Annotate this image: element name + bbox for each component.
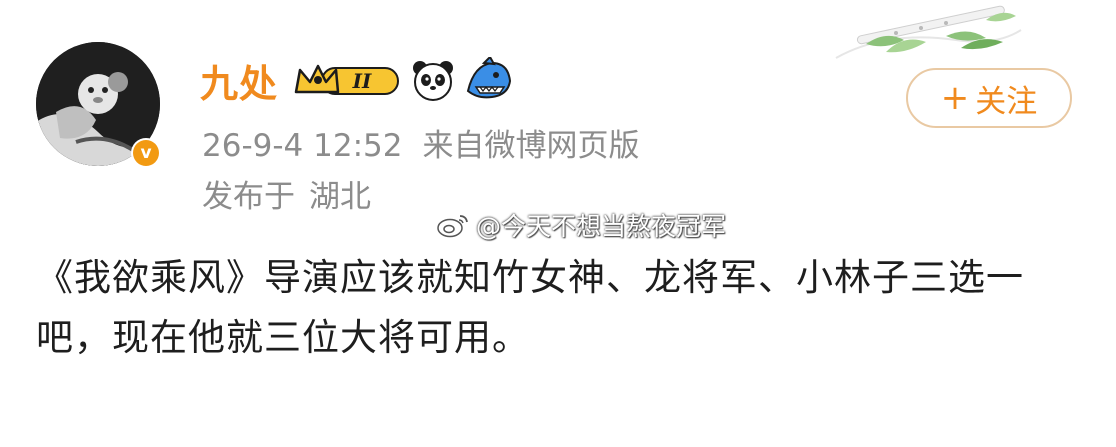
plus-icon: + xyxy=(940,78,970,118)
author-badges: II xyxy=(292,57,520,103)
author-avatar[interactable]: v xyxy=(36,42,166,172)
verified-icon: v xyxy=(133,140,159,166)
follow-label: 关注 xyxy=(975,83,1038,120)
post-body: 《我欲乘风》导演应该就知竹女神、龙将军、小林子三选一吧，现在他就三位大将可用。 xyxy=(36,256,1024,359)
post-meta: 26-9-4 12:52 来自微博网页版 xyxy=(202,120,639,165)
panda-icon[interactable] xyxy=(410,57,456,103)
post-date[interactable]: 26-9-4 12:52 xyxy=(202,128,402,164)
level-badge-text: II xyxy=(352,69,372,93)
follow-button[interactable]: + 关注 xyxy=(906,68,1072,128)
location-place: 湖北 xyxy=(309,179,371,215)
verified-badge: v xyxy=(131,138,161,168)
bamboo-decoration-icon xyxy=(835,5,1022,59)
author-name-row: 九处 II xyxy=(200,52,520,108)
watermark-text: @今天不想当熬夜冠军 xyxy=(476,212,727,241)
author-name[interactable]: 九处 xyxy=(200,53,278,108)
post-location: 发布于 湖北 xyxy=(202,171,371,216)
location-prefix: 发布于 xyxy=(202,179,295,215)
watermark: @今天不想当熬夜冠军 xyxy=(436,206,726,244)
weibo-logo-icon xyxy=(437,215,468,238)
crown-level-icon[interactable]: II xyxy=(292,60,402,100)
shark-icon[interactable] xyxy=(464,57,512,103)
post-source: 来自微博网页版 xyxy=(422,128,640,164)
